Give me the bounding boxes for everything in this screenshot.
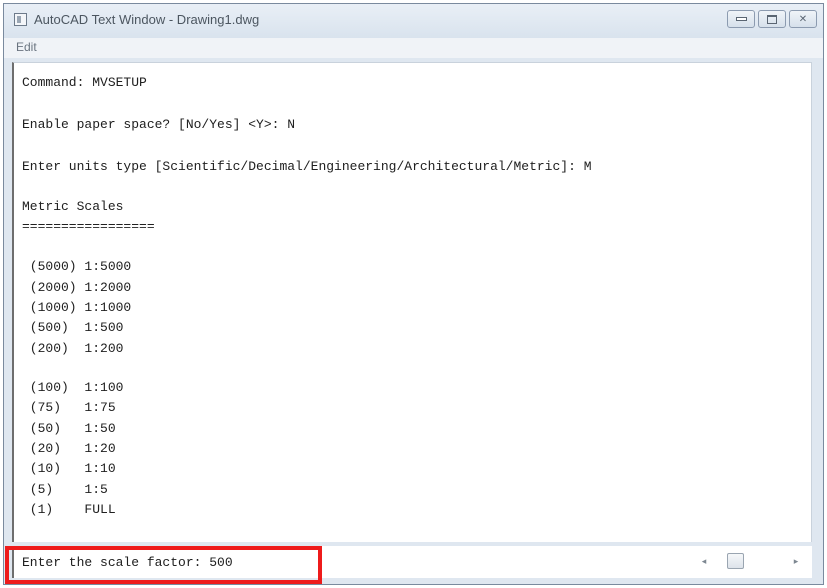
- menu-edit[interactable]: Edit: [16, 40, 37, 54]
- scroll-thumb[interactable]: [727, 553, 744, 569]
- minimize-icon: [735, 17, 747, 21]
- history-line: Enable paper space? [No/Yes] <Y>: N: [22, 117, 296, 132]
- title-bar[interactable]: AutoCAD Text Window - Drawing1.dwg ✕: [4, 4, 823, 38]
- scale-option: (5) 1:5: [22, 482, 108, 497]
- history-line: =================: [22, 219, 155, 234]
- scale-option: (1) FULL: [22, 502, 116, 517]
- autocad-app-icon[interactable]: [14, 13, 27, 26]
- command-history[interactable]: Command: MVSETUP Enable paper space? [No…: [12, 62, 812, 542]
- horizontal-scrollbar[interactable]: ◂ ▸: [695, 552, 805, 570]
- scale-option: (1000) 1:1000: [22, 300, 132, 315]
- maximize-icon: [767, 14, 777, 24]
- caption-buttons: ✕: [727, 10, 817, 28]
- minimize-button[interactable]: [727, 10, 755, 28]
- scale-option: (2000) 1:2000: [22, 280, 132, 295]
- scale-option: (75) 1:75: [22, 400, 116, 415]
- scale-option: (20) 1:20: [22, 441, 116, 456]
- scale-option: (50) 1:50: [22, 421, 116, 436]
- close-button[interactable]: ✕: [789, 10, 817, 28]
- window-title: AutoCAD Text Window - Drawing1.dwg: [34, 12, 260, 27]
- history-line: Command: MVSETUP: [22, 75, 147, 90]
- history-line: Metric Scales: [22, 199, 124, 214]
- scroll-right-icon[interactable]: ▸: [787, 552, 805, 570]
- scale-option: (500) 1:500: [22, 320, 124, 335]
- close-icon: ✕: [798, 13, 808, 25]
- scroll-left-icon[interactable]: ◂: [695, 552, 713, 570]
- scroll-track[interactable]: [713, 553, 787, 569]
- history-line: Enter units type [Scientific/Decimal/Eng…: [22, 159, 592, 174]
- scale-option: (200) 1:200: [22, 341, 124, 356]
- highlight-annotation: [5, 546, 322, 584]
- scale-option: (5000) 1:5000: [22, 259, 132, 274]
- maximize-button[interactable]: [758, 10, 786, 28]
- menu-bar: Edit: [4, 38, 823, 58]
- scale-option: (100) 1:100: [22, 380, 124, 395]
- scale-option: (10) 1:10: [22, 461, 116, 476]
